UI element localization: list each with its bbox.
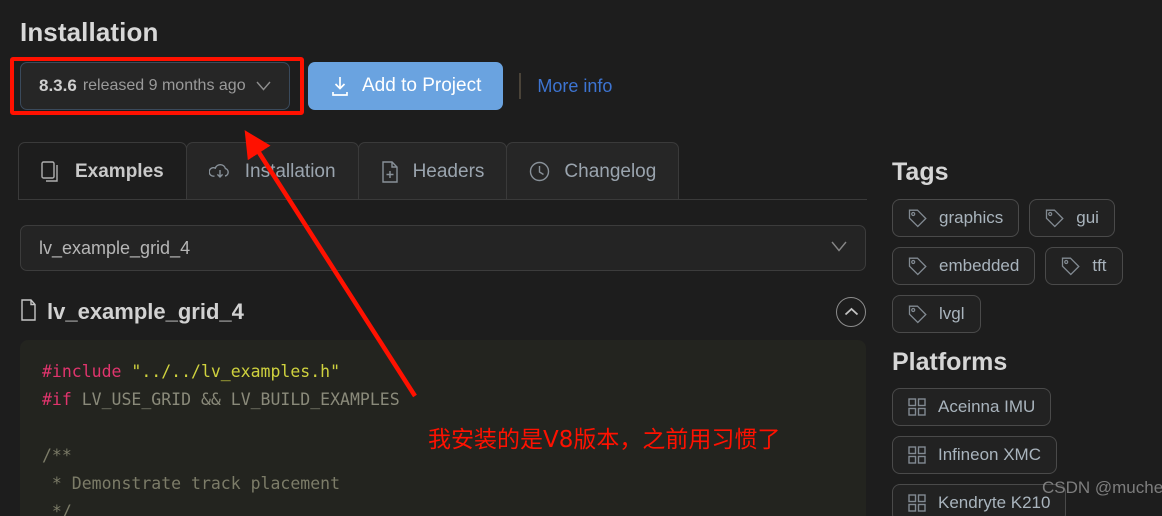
tag-tft[interactable]: tft <box>1045 247 1123 285</box>
chip-label: embedded <box>939 256 1020 275</box>
grid-icon <box>908 446 926 464</box>
code-block: #include "../../lv_examples.h" #if LV_USE… <box>20 340 866 516</box>
tab-label: Examples <box>75 160 164 182</box>
file-icon <box>20 298 37 326</box>
tab-label: Installation <box>244 160 336 182</box>
main-column: Installation 8.3.6 released 9 months ago <box>0 0 880 516</box>
chip-label: lvgl <box>939 304 965 323</box>
grid-icon <box>908 494 926 512</box>
add-to-project-button[interactable]: Add to Project <box>308 62 504 110</box>
tags-title: Tags <box>892 158 949 186</box>
code-token: */ <box>42 502 72 516</box>
platforms-title: Platforms <box>892 348 1008 376</box>
platform-kendryte-k210[interactable]: Kendryte K210 <box>892 484 1067 516</box>
tag-icon <box>908 257 927 276</box>
code-line: * Demonstrate track placement <box>42 470 844 498</box>
chip-label: Kendryte K210 <box>938 493 1051 512</box>
example-header-left: lv_example_grid_4 <box>20 298 244 326</box>
version-select[interactable]: 8.3.6 released 9 months ago <box>20 62 290 110</box>
tab-bar: Examples Installation Headers Changelog <box>18 142 680 200</box>
download-icon <box>330 76 350 97</box>
sidebar: Tags graphics gui embedded tft lvgl Platform… <box>880 0 1162 516</box>
code-token: LV_USE_GRID && LV_BUILD_EXAMPLES <box>81 390 400 409</box>
tag-icon <box>1045 209 1064 228</box>
code-line: #include "../../lv_examples.h" <box>42 358 844 386</box>
tab-headers[interactable]: Headers <box>357 142 508 200</box>
grid-icon <box>908 398 926 416</box>
tab-installation[interactable]: Installation <box>185 142 359 200</box>
code-line: /** <box>42 442 844 470</box>
chevron-down-icon <box>831 240 847 256</box>
action-separator <box>519 73 522 99</box>
platform-infineon-xmc[interactable]: Infineon XMC <box>892 436 1057 474</box>
tab-changelog[interactable]: Changelog <box>506 142 680 200</box>
chevron-down-icon <box>256 79 271 94</box>
example-select-value: lv_example_grid_4 <box>39 237 191 258</box>
code-token: #if <box>42 390 82 409</box>
tag-icon <box>908 305 927 324</box>
clock-icon <box>529 161 550 182</box>
page-title: Installation <box>20 17 159 47</box>
code-line: */ <box>42 498 844 516</box>
platforms-list: Aceinna IMUInfineon XMCKendryte K210Nucl… <box>892 388 1162 516</box>
more-info-link[interactable]: More info <box>537 76 612 97</box>
chevron-up-circle-icon[interactable] <box>836 297 866 327</box>
example-header: lv_example_grid_4 <box>20 294 866 330</box>
version-released-label: released 9 months ago <box>82 77 246 94</box>
tag-icon <box>1061 257 1081 276</box>
chip-label: Aceinna IMU <box>938 397 1036 416</box>
code-token: * Demonstrate track placement <box>42 474 341 493</box>
version-number: 8.3.6 <box>39 76 77 95</box>
copy-icon <box>41 160 61 183</box>
tab-bar-divider <box>18 199 867 200</box>
chip-label: tft <box>1092 256 1107 275</box>
code-token: #include <box>42 362 132 381</box>
tag-gui[interactable]: gui <box>1029 199 1115 237</box>
installation-page: Installation 8.3.6 released 9 months ago <box>0 0 1162 516</box>
tag-lvgl[interactable]: lvgl <box>892 295 981 333</box>
file-plus-icon <box>381 160 399 183</box>
tab-label: Changelog <box>564 160 657 182</box>
tag-icon <box>908 209 927 228</box>
tag-embedded[interactable]: embedded <box>892 247 1036 285</box>
chip-label: gui <box>1076 208 1099 227</box>
code-token: /** <box>42 446 72 465</box>
tags-list: graphics gui embedded tft lvgl <box>892 199 1162 333</box>
chip-label: graphics <box>939 208 1004 227</box>
tab-label: Headers <box>412 160 485 182</box>
chip-label: Infineon XMC <box>938 445 1041 464</box>
example-name: lv_example_grid_4 <box>47 299 244 324</box>
cloud-download-icon <box>208 162 231 182</box>
code-token: "../../lv_examples.h" <box>131 362 341 381</box>
tag-graphics[interactable]: graphics <box>892 199 1020 237</box>
tab-examples[interactable]: Examples <box>18 142 187 200</box>
example-select[interactable]: lv_example_grid_4 <box>20 225 866 271</box>
install-action-row: 8.3.6 released 9 months ago Add to Proje… <box>20 62 612 110</box>
platform-aceinna-imu[interactable]: Aceinna IMU <box>892 388 1052 426</box>
code-line: #if LV_USE_GRID && LV_BUILD_EXAMPLES <box>42 386 844 414</box>
add-to-project-label: Add to Project <box>362 75 482 96</box>
